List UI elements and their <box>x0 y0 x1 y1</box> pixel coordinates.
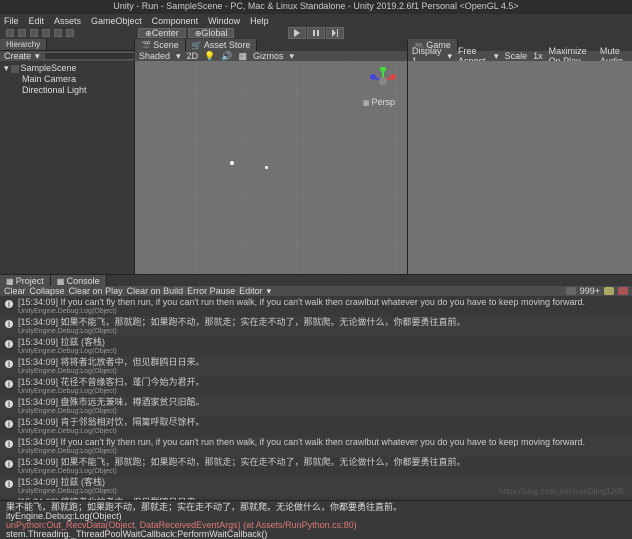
shading-mode[interactable]: Shaded <box>139 51 170 61</box>
info-icon: i <box>4 339 14 349</box>
pause-icon <box>312 29 320 37</box>
log-entry[interactable]: i[15:34:09] 将将者北放者中，但见群鸥日日来。UnityEngine.… <box>0 357 632 377</box>
scale-value[interactable]: 1x <box>533 51 543 61</box>
scene-row[interactable]: ▾ SampleScene <box>4 63 130 74</box>
svg-text:i: i <box>8 379 10 389</box>
info-icon: i <box>4 419 14 429</box>
tool-hand[interactable] <box>6 29 14 37</box>
info-icon: i <box>4 459 14 469</box>
clear-button[interactable]: Clear <box>4 286 26 296</box>
play-controls <box>288 27 344 39</box>
pivot-toggle[interactable]: ⊕ Center <box>138 28 186 38</box>
svg-text:i: i <box>8 399 10 409</box>
scene-tab[interactable]: 🎬 Scene <box>135 39 186 51</box>
scene-view[interactable]: ▦ Persp <box>135 61 407 274</box>
warn-filter[interactable] <box>604 287 614 295</box>
menu-file[interactable]: File <box>4 16 19 26</box>
tool-rect[interactable] <box>54 29 62 37</box>
space-toggle[interactable]: ⊕ Global <box>188 28 235 38</box>
clear-on-play[interactable]: Clear on Play <box>69 286 123 296</box>
console-log-list[interactable]: i[15:34:09] If you can't fly then run, i… <box>0 296 632 500</box>
svg-text:i: i <box>8 319 10 329</box>
pause-button[interactable] <box>307 27 325 39</box>
toolbar: ⊕ Center ⊕ Global <box>0 27 632 39</box>
main-menu: File Edit Assets GameObject Component Wi… <box>0 14 632 27</box>
svg-text:i: i <box>8 459 10 469</box>
svg-text:i: i <box>8 439 10 449</box>
menu-component[interactable]: Component <box>152 16 199 26</box>
create-dropdown[interactable]: Create <box>4 51 31 61</box>
fx-toggle[interactable]: ▦ <box>239 51 248 62</box>
svg-text:i: i <box>8 359 10 369</box>
window-title: Unity - Run - SampleScene - PC, Mac & Li… <box>0 0 632 14</box>
watermark: https://blog.csdn.net/mscGjing1205 <box>499 487 624 496</box>
log-entry[interactable]: i[15:34:09] If you can't fly then run, i… <box>0 297 632 317</box>
info-icon: i <box>4 359 14 369</box>
menu-edit[interactable]: Edit <box>29 16 45 26</box>
hierarchy-item-camera[interactable]: Main Camera <box>4 74 130 85</box>
info-icon: i <box>4 379 14 389</box>
error-pause[interactable]: Error Pause <box>187 286 235 296</box>
tool-move[interactable] <box>18 29 26 37</box>
menu-window[interactable]: Window <box>208 16 240 26</box>
svg-text:i: i <box>8 419 10 429</box>
play-button[interactable] <box>288 27 306 39</box>
console-panel: ▦ Project ▦ Console Clear Collapse Clear… <box>0 274 632 500</box>
audio-toggle[interactable]: 🔊 <box>221 51 232 62</box>
log-entry[interactable]: i[15:34:09] 拉兹 (客栈)UnityEngine.Debug:Log… <box>0 337 632 357</box>
info-icon: i <box>4 319 14 329</box>
step-button[interactable] <box>326 27 344 39</box>
log-entry[interactable]: i[15:34:09] 花径不曾缘客扫，蓬门今始为君开。UnityEngine.… <box>0 377 632 397</box>
error-filter[interactable] <box>618 287 628 295</box>
clear-on-build[interactable]: Clear on Build <box>127 286 184 296</box>
scale-label: Scale <box>505 51 528 61</box>
console-tab[interactable]: ▦ Console <box>51 275 107 287</box>
game-view[interactable] <box>408 61 632 274</box>
info-icon: i <box>4 299 14 309</box>
log-entry[interactable]: i[15:34:09] 如果不能飞，那就跑；如果跑不动，那就走；实在走不动了，那… <box>0 317 632 337</box>
menu-help[interactable]: Help <box>250 16 269 26</box>
play-icon <box>293 29 301 37</box>
hierarchy-tab[interactable]: Hierarchy <box>0 39 47 50</box>
game-panel: 🎮 Game Display 1▾ Free Aspect▾ Scale 1x … <box>407 39 632 274</box>
light-toggle[interactable]: 💡 <box>204 51 215 62</box>
step-icon <box>331 29 339 37</box>
editor-dropdown[interactable]: Editor <box>239 286 263 296</box>
log-entry[interactable]: i[15:34:09] If you can't fly then run, i… <box>0 437 632 457</box>
gizmos-dropdown[interactable]: Gizmos <box>253 51 284 61</box>
tool-scale[interactable] <box>42 29 50 37</box>
project-tab[interactable]: ▦ Project <box>0 275 51 287</box>
status-bar: 果不能飞，那就跑；如果跑不动，那就走；实在走不动了，那就爬。无论做什么，你都要勇… <box>0 500 632 528</box>
svg-text:i: i <box>8 479 10 489</box>
menu-gameobject[interactable]: GameObject <box>91 16 142 26</box>
hierarchy-panel: Hierarchy Create▾ ▾ SampleScene Main Cam… <box>0 39 135 274</box>
svg-text:i: i <box>8 299 10 309</box>
assetstore-tab[interactable]: 🛒 Asset Store <box>186 39 258 51</box>
tool-rotate[interactable] <box>30 29 38 37</box>
info-icon: i <box>4 439 14 449</box>
orientation-gizmo[interactable] <box>369 67 397 95</box>
tool-transform[interactable] <box>66 29 74 37</box>
projection-label[interactable]: ▦ Persp <box>363 97 395 107</box>
log-entry[interactable]: i[15:34:09] 肯于邻翁相对饮，隔篱呼取尽馀杯。UnityEngine.… <box>0 417 632 437</box>
log-entry[interactable]: i[15:34:09] 盘殊市远无兼味，樽酒家贫只旧醅。UnityEngine.… <box>0 397 632 417</box>
hierarchy-search[interactable] <box>44 52 137 60</box>
info-filter[interactable] <box>566 287 576 295</box>
log-entry[interactable]: i[15:34:09] 如果不能飞，那就跑；如果跑不动，那就走；实在走不动了，那… <box>0 457 632 477</box>
scene-panel: 🎬 Scene 🛒 Asset Store Shaded▾ 2D 💡 🔊 ▦ G… <box>135 39 407 274</box>
2d-toggle[interactable]: 2D <box>187 51 199 61</box>
camera-gizmo[interactable] <box>265 166 268 169</box>
unity-icon <box>11 65 19 73</box>
collapse-toggle[interactable]: Collapse <box>30 286 65 296</box>
menu-assets[interactable]: Assets <box>54 16 81 26</box>
info-icon: i <box>4 399 14 409</box>
info-icon: i <box>4 479 14 489</box>
light-gizmo[interactable] <box>230 161 234 165</box>
hierarchy-item-light[interactable]: Directional Light <box>4 85 130 96</box>
svg-text:i: i <box>8 339 10 349</box>
